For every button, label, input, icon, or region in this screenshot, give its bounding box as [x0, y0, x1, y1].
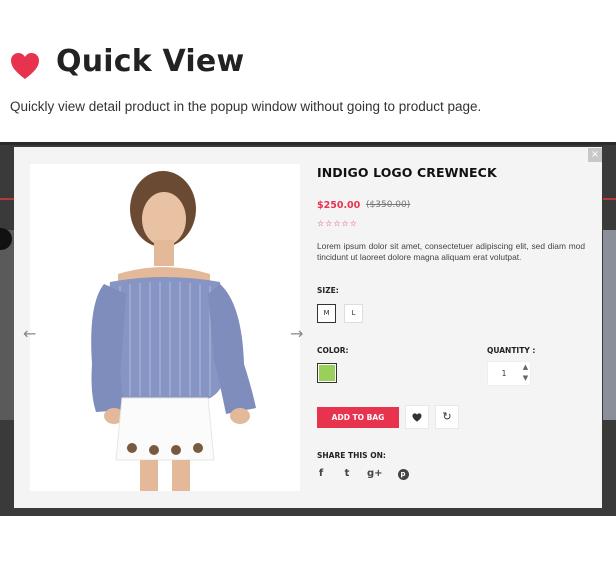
close-button[interactable]: × — [588, 148, 602, 162]
rating-stars: ☆☆☆☆☆ — [317, 219, 358, 228]
chevron-up-icon[interactable]: ▲ — [520, 362, 531, 373]
arrow-right-icon[interactable]: → — [290, 326, 308, 342]
refresh-icon: ↻ — [442, 410, 452, 423]
backdrop-product-right — [603, 230, 616, 420]
quantity-input[interactable]: 1 — [488, 362, 520, 385]
size-option-m[interactable]: M — [317, 304, 336, 323]
product-price: $250.00 — [317, 200, 361, 211]
wishlist-button[interactable] — [405, 405, 429, 429]
product-photo-illustration — [30, 164, 300, 491]
color-label: COLOR: — [317, 346, 349, 355]
facebook-icon[interactable]: f — [314, 467, 328, 481]
twitter-icon[interactable]: t — [340, 467, 354, 481]
product-title: INDIGO LOGO CREWNECK — [317, 165, 497, 180]
compare-button[interactable]: ↻ — [435, 405, 459, 429]
pinterest-glyph: p — [397, 469, 409, 480]
size-label: SIZE: — [317, 286, 339, 295]
heart-icon — [412, 412, 422, 422]
feature-header: Quick View Quickly view detail product i… — [0, 0, 616, 142]
arrow-left-icon[interactable]: ← — [23, 326, 41, 342]
backdrop-header-strip — [0, 142, 616, 145]
feature-subtitle: Quickly view detail product in the popup… — [10, 99, 482, 114]
product-old-price: ($350.00) — [366, 200, 411, 210]
feature-title: Quick View — [56, 44, 245, 79]
quantity-label: QUANTITY : — [487, 346, 536, 355]
googleplus-icon[interactable]: g+ — [367, 467, 383, 481]
product-image — [30, 164, 300, 491]
add-to-bag-button[interactable]: ADD TO BAG — [317, 407, 399, 428]
share-label: SHARE THIS ON: — [317, 451, 386, 460]
size-option-l[interactable]: L — [344, 304, 363, 323]
backdrop-accent-line-right — [603, 198, 616, 200]
quantity-stepper: 1 ▲ ▼ — [487, 361, 531, 386]
backdrop-accent-line-left — [0, 198, 14, 200]
color-swatch[interactable] — [317, 363, 337, 383]
backdrop-product-left — [0, 230, 14, 420]
color-swatch-fill — [319, 365, 335, 381]
chevron-down-icon[interactable]: ▼ — [520, 373, 531, 384]
product-description: Lorem ipsum dolor sit amet, consectetuer… — [317, 241, 585, 262]
heart-icon — [11, 53, 39, 79]
pinterest-icon[interactable]: p — [396, 467, 410, 481]
